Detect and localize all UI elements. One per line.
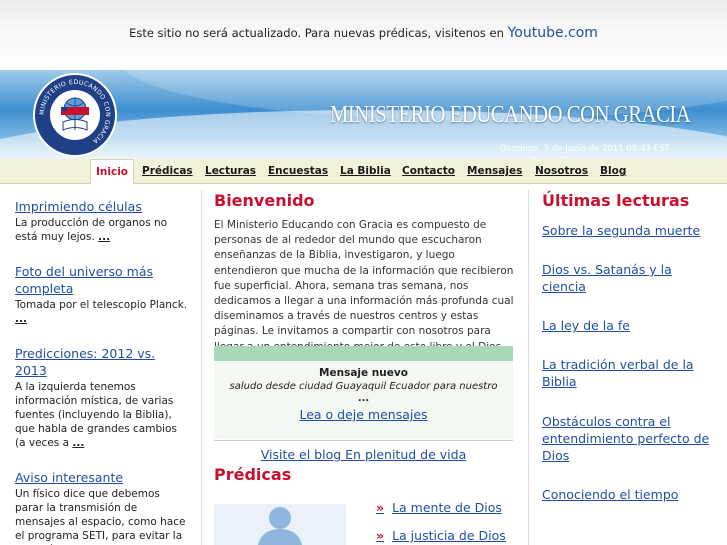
ministry-logo[interactable]: MINISTERIO EDUCANDO CON GRACIA: [32, 72, 118, 158]
nav-predicas[interactable]: Prédicas: [142, 159, 193, 183]
divider: [214, 440, 513, 441]
article-title-link[interactable]: Foto del universo más completa: [15, 263, 190, 297]
predica-link[interactable]: » La mente de Dios: [376, 500, 502, 515]
lectura-link[interactable]: Sobre la segunda muerte: [542, 222, 717, 239]
left-article: Predicciones: 2012 vs. 2013 A la izquier…: [15, 345, 190, 450]
double-arrow-icon: »: [376, 528, 385, 543]
message-text: saludo desde ciudad Guayaquil Ecuador pa…: [229, 381, 498, 392]
nav-la-biblia[interactable]: La Biblia: [340, 159, 391, 183]
predica-label: La mente de Dios: [392, 500, 502, 515]
nav-inicio[interactable]: Inicio: [90, 159, 135, 184]
message-heading: Mensaje nuevo: [319, 367, 408, 379]
notice-text: Este sitio no será actualizado. Para nue…: [129, 26, 504, 40]
column-divider-left: [201, 190, 202, 545]
left-article: Aviso interesante Un físico dice que deb…: [15, 469, 190, 545]
article-summary: A la izquierda tenemos información místi…: [15, 381, 177, 449]
site-title: MINISTERIO EDUCANDO CON GRACIA: [330, 102, 691, 128]
nav-contacto[interactable]: Contacto: [402, 159, 455, 183]
double-arrow-icon: »: [376, 500, 385, 515]
messages-link[interactable]: Lea o deje mensajes: [214, 407, 513, 422]
predicas-heading: Prédicas: [214, 465, 292, 484]
lectura-link[interactable]: Conociendo el tiempo: [542, 486, 717, 503]
column-divider-right: [528, 190, 529, 545]
article-title-link[interactable]: Imprimiendo células: [15, 198, 190, 215]
sermon-image: [214, 504, 346, 545]
article-title-link[interactable]: Aviso interesante: [15, 469, 190, 486]
article-summary: La producción de organos no está muy lej…: [15, 217, 168, 243]
message-ellipsis: ...: [357, 393, 370, 404]
nav-encuestas[interactable]: Encuestas: [268, 159, 328, 183]
blog-link[interactable]: Visite el blog En plenitud de vida: [214, 447, 513, 462]
welcome-heading: Bienvenido: [214, 191, 315, 210]
message-box: Mensaje nuevo saludo desde ciudad Guayaq…: [214, 346, 513, 439]
nav-nosotros[interactable]: Nosotros: [535, 159, 588, 183]
left-article: Foto del universo más completa Tomada po…: [15, 263, 190, 326]
lecturas-heading: Últimas lecturas: [542, 191, 690, 210]
notice-line: Este sitio no será actualizado. Para nue…: [0, 25, 727, 41]
person-silhouette-icon: [258, 507, 302, 545]
current-date: Domingo, 5 de Junio de 2011 08:43 EST: [500, 144, 670, 154]
article-summary: Tomada por el telescopio Planck.: [15, 299, 188, 311]
lectura-link[interactable]: La ley de la fe: [542, 317, 717, 334]
left-article: Imprimiendo células La producción de org…: [15, 198, 190, 244]
predica-link[interactable]: » La justicia de Dios: [376, 528, 506, 543]
lectura-link[interactable]: La tradición verbal de la Biblia: [542, 356, 717, 390]
nav-lecturas[interactable]: Lecturas: [205, 159, 256, 183]
lectura-link[interactable]: Obstáculos contra el entendimiento perfe…: [542, 413, 717, 464]
read-more-link[interactable]: ...: [15, 313, 27, 325]
nav-blog[interactable]: Blog: [600, 159, 626, 183]
main-nav: Inicio Prédicas Lecturas Encuestas La Bi…: [0, 159, 727, 184]
predica-label: La justicia de Dios: [392, 528, 506, 543]
article-title-link[interactable]: Predicciones: 2012 vs. 2013: [15, 345, 190, 379]
read-more-link[interactable]: ...: [98, 231, 110, 243]
notice-bar: Este sitio no será actualizado. Para nue…: [0, 0, 727, 70]
youtube-link[interactable]: Youtube.com: [508, 25, 598, 41]
message-box-bar: [214, 346, 513, 361]
lectura-link[interactable]: Dios vs. Satanás y la ciencia: [542, 261, 717, 295]
nav-mensajes[interactable]: Mensajes: [467, 159, 522, 183]
read-more-link[interactable]: ...: [72, 437, 84, 449]
article-summary: Un físico dice que debemos parar la tran…: [15, 488, 186, 545]
